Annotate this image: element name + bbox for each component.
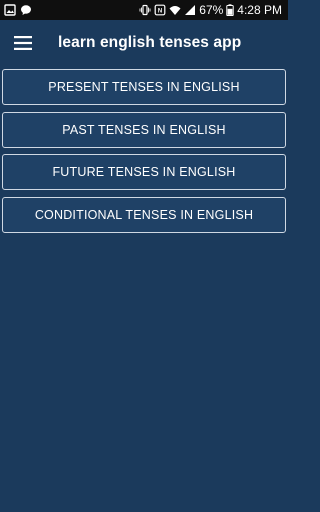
vibrate-icon (139, 4, 151, 16)
signal-icon (185, 5, 196, 15)
photo-notification-icon (4, 4, 16, 16)
past-tenses-button[interactable]: PAST TENSES IN ENGLISH (2, 111, 286, 148)
hamburger-menu-icon (14, 36, 32, 50)
battery-icon (226, 4, 234, 16)
status-time: 4:28 PM (237, 3, 282, 17)
future-tenses-button[interactable]: FUTURE TENSES IN ENGLISH (2, 154, 286, 190)
conditional-tenses-button[interactable]: CONDITIONAL TENSES IN ENGLISH (2, 196, 286, 233)
menu-button[interactable] (0, 20, 46, 66)
svg-text:N: N (158, 9, 162, 15)
status-bar-left (0, 4, 32, 16)
app-bar: learn english tenses app (0, 20, 288, 66)
present-tenses-button[interactable]: PRESENT TENSES IN ENGLISH (2, 69, 286, 105)
chat-notification-icon (21, 5, 31, 15)
battery-percentage: 67% (199, 3, 224, 17)
app-title: learn english tenses app (58, 34, 242, 51)
status-bar: N 67% 4:28 PM (0, 0, 288, 20)
status-bar-right: N 67% 4:28 PM (139, 3, 288, 17)
nfc-icon: N (154, 4, 166, 16)
tenses-menu-list: PRESENT TENSES IN ENGLISH PAST TENSES IN… (2, 69, 286, 239)
wifi-icon (169, 6, 181, 15)
